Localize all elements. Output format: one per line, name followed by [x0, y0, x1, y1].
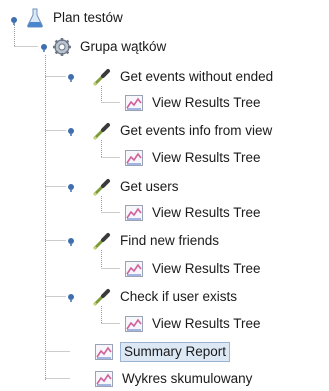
tree-node-label: Get users — [120, 179, 179, 194]
tree-node-sampler[interactable]: Get events info from view — [92, 119, 274, 143]
tree-node-label: View Results Tree — [152, 316, 261, 331]
tree-node-label: Plan testów — [53, 10, 123, 25]
graph-icon — [125, 261, 143, 277]
graph-icon — [125, 150, 143, 166]
collapse-toggle-icon[interactable] — [66, 292, 76, 302]
test-plan-tree: Plan testów Grupa wątków Get events with… — [0, 0, 329, 387]
pipette-icon — [93, 123, 110, 140]
tree-node-label: Get events without ended — [120, 69, 274, 84]
tree-node-thread-group[interactable]: Grupa wątków — [52, 35, 168, 59]
tree-node-label: Wykres skumulowany — [122, 371, 253, 386]
collapse-toggle-icon[interactable] — [66, 72, 76, 82]
tree-node-sampler[interactable]: Find new friends — [92, 229, 221, 253]
tree-node-listener[interactable]: View Results Tree — [124, 257, 263, 281]
tree-node-label: View Results Tree — [152, 261, 261, 276]
gear-icon — [53, 38, 71, 56]
pipette-icon — [93, 233, 110, 250]
collapse-toggle-icon[interactable] — [39, 42, 49, 52]
tree-node-sampler[interactable]: Get events without ended — [92, 65, 275, 89]
tree-node-listener[interactable]: View Results Tree — [124, 91, 263, 115]
pipette-icon — [93, 69, 110, 86]
tree-node-listener[interactable]: View Results Tree — [124, 312, 263, 336]
graph-icon — [125, 95, 143, 111]
graph-icon — [95, 344, 113, 360]
collapse-toggle-icon[interactable] — [66, 126, 76, 136]
pipette-icon — [93, 289, 110, 306]
tree-node-label: Get events info from view — [120, 123, 273, 138]
tree-node-listener[interactable]: View Results Tree — [124, 201, 263, 225]
tree-node-sampler[interactable]: Get users — [92, 175, 181, 199]
collapse-toggle-icon[interactable] — [66, 182, 76, 192]
graph-icon — [125, 316, 143, 332]
collapse-toggle-icon[interactable] — [9, 15, 19, 25]
tree-node-listener[interactable]: View Results Tree — [124, 146, 263, 170]
flask-icon — [27, 8, 43, 28]
graph-icon — [95, 371, 113, 387]
tree-node-label: Find new friends — [120, 233, 220, 248]
graph-icon — [125, 205, 143, 221]
tree-node-label: Summary Report — [120, 342, 231, 362]
tree-node-label: Check if user exists — [120, 289, 238, 304]
collapse-toggle-icon[interactable] — [66, 236, 76, 246]
tree-node-label: Grupa wątków — [80, 39, 167, 54]
tree-node-aggregate-graph[interactable]: Wykres skumulowany — [94, 367, 254, 391]
tree-node-sampler[interactable]: Check if user exists — [92, 285, 239, 309]
tree-node-summary-report[interactable]: Summary Report — [94, 340, 231, 364]
tree-node-test-plan[interactable]: Plan testów — [25, 6, 125, 30]
tree-node-label: View Results Tree — [152, 205, 261, 220]
tree-node-label: View Results Tree — [152, 95, 261, 110]
pipette-icon — [93, 179, 110, 196]
tree-node-label: View Results Tree — [152, 150, 261, 165]
